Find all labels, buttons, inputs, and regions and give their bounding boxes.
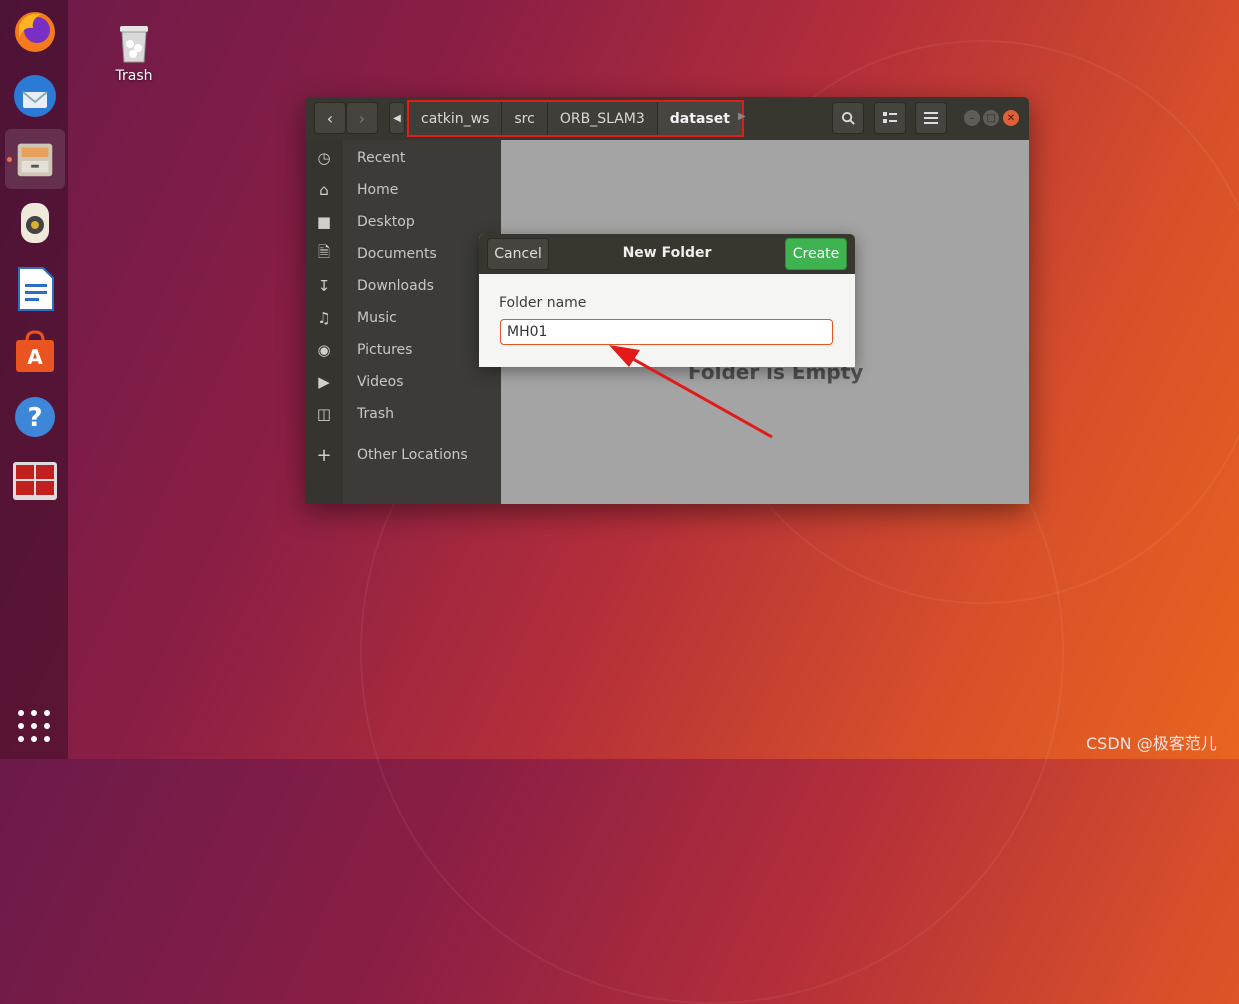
close-button[interactable]: ✕ (1003, 110, 1019, 126)
path-scroll-right-icon[interactable]: ▶ (738, 111, 746, 122)
document-icon: 🗎 (317, 242, 331, 261)
firefox-icon[interactable] (5, 2, 65, 62)
watermark: CSDN @极客范儿 (1086, 734, 1217, 753)
sidebar-item-label: Pictures (357, 342, 413, 358)
terminal-icon[interactable] (5, 451, 65, 511)
trash-icon: ◫ (316, 405, 332, 423)
sidebar-item-label: Desktop (357, 214, 415, 230)
forward-button[interactable]: › (346, 102, 378, 134)
dialog-header: New Folder Cancel Create (479, 234, 855, 274)
sidebar-item-label: Trash (357, 406, 394, 422)
sidebar-item-downloads[interactable]: ↧ Downloads (305, 270, 501, 302)
thunderbird-icon[interactable] (5, 66, 65, 126)
sidebar-item-recent[interactable]: ◷ Recent (305, 142, 501, 174)
sidebar-item-label: Recent (357, 150, 406, 166)
sidebar-item-label: Downloads (357, 278, 434, 294)
files-icon[interactable] (5, 129, 65, 189)
video-icon: ▶ (318, 373, 330, 391)
breadcrumb-item[interactable]: src (502, 102, 548, 135)
headerbar: ‹ › ◀ catkin_ws src ORB_SLAM3 dataset ▶ … (305, 97, 1029, 141)
software-center-icon[interactable]: A (5, 322, 65, 382)
hamburger-menu-icon (924, 112, 938, 124)
create-button[interactable]: Create (785, 238, 847, 270)
breadcrumb-item[interactable]: catkin_ws (409, 102, 503, 135)
folder-name-label: Folder name (499, 295, 587, 311)
breadcrumb-item[interactable]: ORB_SLAM3 (547, 102, 658, 135)
search-icon (841, 111, 855, 125)
folder-icon: ■ (316, 213, 332, 231)
sidebar-item-music[interactable]: ♫ Music (305, 302, 501, 334)
running-indicator (7, 157, 12, 162)
show-applications-icon[interactable] (18, 710, 50, 742)
cancel-button[interactable]: Cancel (487, 238, 549, 270)
minimize-icon: – (969, 112, 975, 124)
sidebar-item-label: Other Locations (357, 447, 468, 463)
triangle-left-icon: ◀ (393, 112, 401, 124)
desktop-trash[interactable]: Trash (108, 18, 160, 84)
home-icon: ⌂ (319, 181, 329, 199)
breadcrumb: catkin_ws src ORB_SLAM3 dataset (407, 100, 744, 137)
sidebar-item-documents[interactable]: 🗎 Documents (305, 238, 501, 270)
download-icon: ↧ (317, 277, 331, 295)
sidebar-item-label: Videos (357, 374, 404, 390)
minimize-button[interactable]: – (964, 110, 980, 126)
sidebar: ◷ Recent ⌂ Home ■ Desktop 🗎 Documents ↧ … (305, 140, 501, 504)
sidebar-item-other-locations[interactable]: + Other Locations (305, 439, 501, 471)
menu-button[interactable] (915, 102, 947, 134)
sidebar-item-label: Documents (357, 246, 437, 262)
libreoffice-writer-icon[interactable] (5, 258, 65, 318)
new-folder-dialog: New Folder Cancel Create Folder name (479, 234, 855, 367)
svg-text:A: A (27, 345, 43, 369)
chevron-right-icon: › (358, 108, 366, 128)
svg-text:?: ? (27, 403, 42, 433)
sidebar-item-home[interactable]: ⌂ Home (305, 174, 501, 206)
sidebar-item-trash[interactable]: ◫ Trash (305, 398, 501, 430)
sidebar-item-label: Music (357, 310, 397, 326)
close-icon: ✕ (1006, 112, 1016, 124)
sidebar-item-videos[interactable]: ▶ Videos (305, 366, 501, 398)
music-icon: ♫ (317, 309, 331, 327)
rhythmbox-icon[interactable] (5, 193, 65, 253)
plus-icon: + (316, 444, 332, 466)
trash-can-icon (120, 26, 148, 63)
list-view-icon (883, 112, 897, 123)
view-toggle-button[interactable] (874, 102, 906, 134)
dock: A ? (0, 0, 68, 759)
desktop-trash-label: Trash (115, 68, 153, 84)
help-icon[interactable]: ? (5, 387, 65, 447)
clock-icon: ◷ (317, 149, 331, 167)
sidebar-item-desktop[interactable]: ■ Desktop (305, 206, 501, 238)
path-scroll-left-button[interactable]: ◀ (389, 102, 405, 134)
folder-name-input[interactable] (500, 319, 833, 345)
camera-icon: ◉ (317, 341, 331, 359)
search-button[interactable] (832, 102, 864, 134)
maximize-button[interactable]: □ (983, 110, 999, 126)
maximize-icon: □ (986, 112, 996, 124)
back-button[interactable]: ‹ (314, 102, 346, 134)
breadcrumb-item-current[interactable]: dataset (657, 102, 742, 135)
chevron-left-icon: ‹ (326, 108, 334, 128)
sidebar-item-pictures[interactable]: ◉ Pictures (305, 334, 501, 366)
sidebar-item-label: Home (357, 182, 399, 198)
